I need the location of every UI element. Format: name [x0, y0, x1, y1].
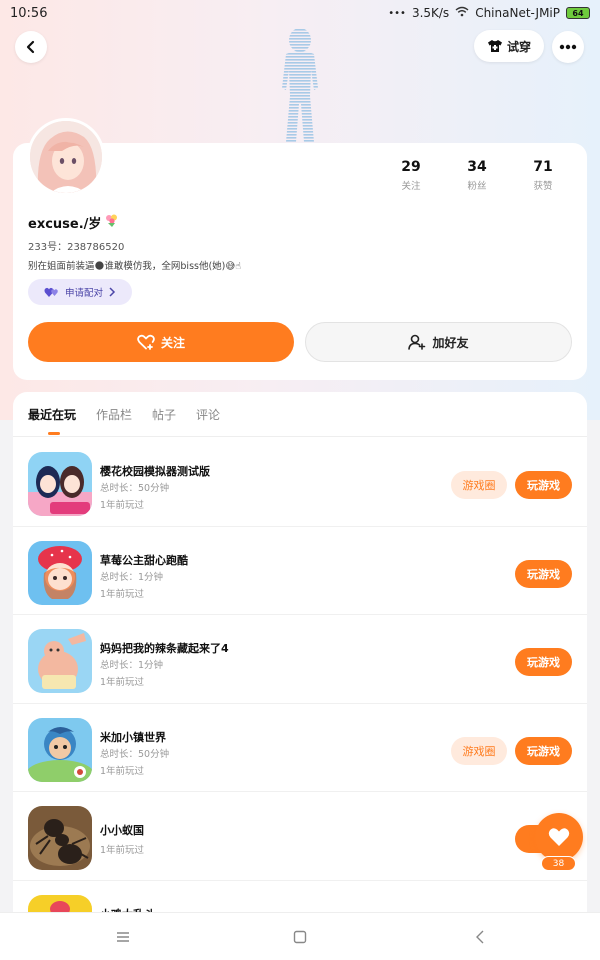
game-name: 妈妈把我的辣条藏起来了4 — [100, 642, 229, 655]
game-row[interactable]: 樱花校园模拟器测试版 总时长：50分钟 1年前玩过 游戏圈 玩游戏 — [13, 438, 587, 527]
add-friend-button[interactable]: 加好友 — [305, 322, 572, 362]
tab-comments[interactable]: 评论 — [196, 406, 220, 423]
chevron-left-icon — [26, 40, 35, 54]
more-button[interactable] — [552, 31, 584, 63]
add-user-icon — [408, 334, 426, 350]
stat-following[interactable]: 29 关注 — [378, 159, 444, 192]
double-heart-icon — [44, 287, 58, 297]
chevron-right-icon — [109, 287, 116, 297]
menu-icon — [117, 932, 129, 942]
game-name: 樱花校园模拟器测试版 — [100, 465, 210, 478]
tab-posts[interactable]: 帖子 — [152, 406, 176, 423]
game-last-played: 1年前玩过 — [100, 500, 145, 511]
game-duration: 总时长：50分钟 — [100, 483, 170, 494]
network-name: ChinaNet-JMiP — [475, 6, 560, 20]
content-card: 最近在玩 作品栏 帖子 评论 樱花校园模拟器测试版 总时长：50分钟 1年前玩过 — [13, 392, 587, 922]
status-time: 10:56 — [10, 5, 48, 21]
status-right: ••• 3.5K/s ChinaNet-JMiP 64 — [388, 6, 590, 20]
home-square-icon — [293, 930, 307, 944]
apply-pair-button[interactable]: 申请配对 — [28, 279, 132, 305]
stat-number: 29 — [401, 159, 421, 175]
heart-icon — [548, 828, 570, 846]
user-bio: 别在姐面前装逼🌑谁敢模仿我，全网biss他(她)😅☝ — [28, 261, 242, 272]
stat-number: 71 — [533, 159, 553, 175]
avatar-hologram[interactable] — [268, 26, 332, 144]
game-icon-miga-town[interactable] — [28, 717, 92, 782]
user-id: 233号：238786520 — [28, 242, 125, 253]
game-last-played: 1年前玩过 — [100, 588, 145, 600]
game-duration: 总时长：50分钟 — [100, 748, 170, 760]
game-name: 小小蚁国 — [100, 824, 144, 837]
game-row[interactable]: 草莓公主甜心跑酷 总时长：1分钟 1年前玩过 玩游戏 — [13, 527, 587, 615]
network-speed: 3.5K/s — [411, 6, 450, 20]
back-arrow-icon — [476, 930, 484, 944]
avatar[interactable] — [27, 118, 105, 196]
game-row[interactable]: 米加小镇世界 总时长：50分钟 1年前玩过 游戏圈 玩游戏 — [13, 704, 587, 792]
follow-button[interactable]: 关注 — [28, 322, 294, 362]
stat-likes[interactable]: 71 获赞 — [510, 159, 576, 192]
username-text: excuse./岁 — [28, 217, 102, 232]
more-dots-icon — [559, 44, 577, 50]
game-circle-button[interactable]: 游戏圈 — [451, 471, 507, 499]
game-last-played: 1年前玩过 — [100, 845, 145, 856]
home-nav-button[interactable] — [290, 927, 310, 947]
battery-icon: 64 — [566, 7, 590, 19]
tab-bar: 最近在玩 作品栏 帖子 评论 — [28, 406, 220, 435]
stat-label: 粉丝 — [467, 181, 487, 192]
status-bar: 10:56 ••• 3.5K/s ChinaNet-JMiP 64 — [0, 0, 600, 26]
game-last-played: 1年前玩过 — [100, 765, 145, 777]
play-game-button[interactable]: 玩游戏 — [515, 559, 572, 588]
like-count-badge: 38 — [541, 856, 576, 871]
game-icon-sakura-school[interactable] — [28, 452, 92, 516]
game-name: 米加小镇世界 — [100, 730, 166, 744]
divider — [13, 436, 587, 437]
username: excuse./岁 — [28, 213, 119, 232]
heart-plus-icon — [137, 334, 155, 350]
play-game-button[interactable]: 玩游戏 — [515, 471, 572, 499]
bouquet-icon — [104, 213, 119, 232]
game-icon-spicy-strips[interactable] — [28, 629, 92, 693]
back-button[interactable] — [15, 31, 47, 63]
game-list: 樱花校园模拟器测试版 总时长：50分钟 1年前玩过 游戏圈 玩游戏 草莓公主甜心… — [13, 438, 587, 922]
stat-label: 关注 — [401, 181, 421, 192]
try-on-button[interactable]: 试穿 — [474, 30, 544, 62]
game-icon-strawberry-princess[interactable] — [28, 540, 92, 605]
shirt-icon — [487, 40, 502, 52]
add-friend-label: 加好友 — [432, 335, 469, 350]
game-name: 草莓公主甜心跑酷 — [100, 553, 188, 567]
game-duration: 总时长：1分钟 — [100, 571, 164, 583]
profile-card: 29 关注 34 粉丝 71 获赞 excuse./岁 233号：2387865… — [13, 118, 587, 380]
play-game-button[interactable]: 玩游戏 — [515, 648, 572, 676]
profile-stats: 29 关注 34 粉丝 71 获赞 — [378, 159, 578, 192]
play-game-button[interactable]: 玩游戏 — [515, 736, 572, 765]
stat-followers[interactable]: 34 粉丝 — [444, 159, 510, 192]
menu-nav-button[interactable] — [113, 927, 133, 947]
game-icon-ant-kingdom[interactable] — [28, 806, 92, 870]
like-fab-button[interactable] — [535, 813, 583, 861]
try-on-label: 试穿 — [506, 39, 531, 54]
apply-pair-label: 申请配对 — [64, 288, 103, 299]
stat-label: 获赞 — [533, 181, 553, 192]
game-duration: 总时长：1分钟 — [100, 660, 164, 671]
back-nav-button[interactable] — [470, 927, 490, 947]
tab-recently-played[interactable]: 最近在玩 — [28, 406, 76, 435]
game-last-played: 1年前玩过 — [100, 677, 145, 688]
game-circle-button[interactable]: 游戏圈 — [451, 736, 507, 765]
game-row[interactable]: 妈妈把我的辣条藏起来了4 总时长：1分钟 1年前玩过 玩游戏 — [13, 615, 587, 704]
follow-label: 关注 — [160, 335, 185, 350]
system-nav-bar — [0, 912, 600, 960]
wifi-icon — [455, 6, 469, 20]
game-row[interactable]: 小小蚁国 1年前玩过 玩 — [13, 792, 587, 881]
dots-icon: ••• — [388, 7, 406, 19]
stat-number: 34 — [467, 159, 487, 175]
tab-works[interactable]: 作品栏 — [96, 406, 132, 423]
